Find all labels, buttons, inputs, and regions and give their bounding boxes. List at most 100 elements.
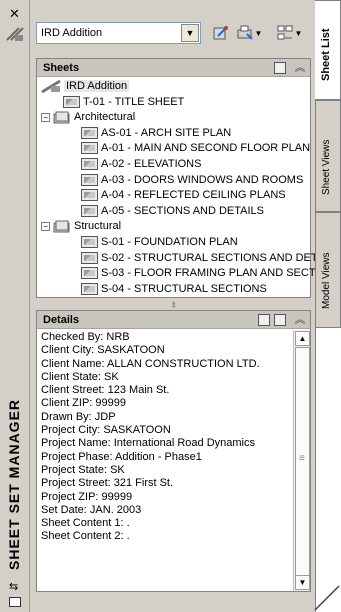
scroll-down-icon[interactable]: ▼ [295, 575, 310, 590]
collapse-chevron-icon[interactable]: ︽ [295, 60, 305, 78]
subset-folder-icon [53, 111, 70, 124]
sheet-icon [81, 142, 98, 155]
tree-sheet-item[interactable]: AS-01 - ARCH SITE PLAN [37, 126, 310, 142]
detail-line: Project Name: International Road Dynamic… [41, 437, 255, 450]
collapse-chevron-icon[interactable]: ︽ [295, 312, 305, 330]
tree-sheet-item[interactable]: A-04 - REFLECTED CEILING PLANS [37, 188, 310, 204]
sheet-set-manager-panel: IRD Addition ▼ ▼ ▼ Sheets ︽ IRD Addition… [30, 0, 318, 612]
subset-folder-icon [53, 220, 70, 233]
details-panel: Details ︽ Checked By: NRB Client City: S… [36, 310, 311, 592]
publish-options-button[interactable]: ▼ [234, 22, 264, 44]
detail-line: Checked By: NRB [41, 331, 130, 343]
detail-line: Client State: SK [41, 370, 119, 383]
chevron-down-icon[interactable]: ▼ [255, 29, 263, 38]
palette-title: SHEET SET MANAGER [6, 398, 22, 570]
tab-sheet-views[interactable]: Sheet Views [315, 100, 341, 212]
sheet-icon [81, 189, 98, 202]
sheet-icon [81, 204, 98, 217]
preview-toggle-icon[interactable] [274, 62, 286, 74]
palette-grip-icon[interactable] [5, 26, 25, 42]
scroll-up-icon[interactable]: ▲ [295, 331, 310, 346]
sheet-set-combo-value: IRD Addition [41, 27, 103, 39]
sheets-panel-title: Sheets [43, 62, 80, 74]
tree-sheet-item[interactable]: A-05 - SECTIONS AND DETAILS [37, 204, 310, 220]
tree-sheet-label: AS-01 - ARCH SITE PLAN [101, 126, 232, 139]
tree-sheet-item[interactable]: S-02 - STRUCTURAL SECTIONS AND DET [37, 251, 318, 267]
tree-sheet-item[interactable]: T-01 - TITLE SHEET [37, 95, 310, 111]
details-list: Checked By: NRB Client City: SASKATOON C… [37, 330, 292, 591]
tree-sheet-item[interactable]: A-02 - ELEVATIONS [37, 157, 310, 173]
detail-line: Client Name: ALLAN CONSTRUCTION LTD. [41, 357, 260, 370]
sheets-panel-header[interactable]: Sheets ︽ [37, 59, 310, 77]
scroll-thumb[interactable] [295, 347, 310, 577]
detail-line: Sheet Content 1: . [41, 517, 130, 530]
collapse-minus-icon[interactable]: − [41, 113, 50, 123]
sheet-icon [81, 282, 98, 295]
tree-sheet-label: A-03 - DOORS WINDOWS AND ROOMS [101, 173, 304, 186]
detail-line: Project State: SK [41, 463, 125, 476]
tab-sheet-list[interactable]: Sheet List [315, 0, 341, 100]
detail-line: Client City: SASKATOON [41, 344, 165, 357]
details-view-icon[interactable] [258, 314, 270, 326]
sheet-icon [81, 236, 98, 249]
tree-subset-architectural[interactable]: − Architectural [37, 110, 310, 126]
detail-line: Client Street: 123 Main St. [41, 384, 170, 397]
tree-sheet-label: A-01 - MAIN AND SECOND FLOOR PLAN [101, 142, 311, 155]
tree-sheet-item[interactable]: A-03 - DOORS WINDOWS AND ROOMS [37, 173, 310, 189]
tree-sheet-label: A-04 - REFLECTED CEILING PLANS [101, 189, 286, 202]
detail-line: Drawn By: JDP [41, 410, 116, 423]
toolbar: IRD Addition ▼ ▼ ▼ [36, 22, 311, 48]
properties-icon[interactable] [9, 597, 21, 607]
tree-sheet-item[interactable]: S-03 - FLOOR FRAMING PLAN AND SECT [37, 266, 316, 282]
detail-line: Client ZIP: 99999 [41, 397, 126, 410]
tree-sheet-label: S-02 - STRUCTURAL SECTIONS AND DET [101, 251, 318, 264]
tree-sheet-label: S-01 - FOUNDATION PLAN [101, 235, 238, 248]
preview-view-icon[interactable] [274, 314, 286, 326]
tree-root-label: IRD Addition [64, 80, 130, 92]
sheet-icon [81, 158, 98, 171]
collapse-minus-icon[interactable]: − [41, 222, 50, 232]
tree-sheet-label: T-01 - TITLE SHEET [83, 95, 185, 108]
chevron-down-icon[interactable]: ▼ [295, 29, 303, 38]
detail-line: Project Phase: Addition - Phase1 [41, 450, 202, 463]
tree-subset-structural[interactable]: − Structural [37, 219, 310, 235]
publish-icon [213, 26, 228, 40]
sheet-selections-button[interactable]: ▼ [272, 22, 306, 44]
auto-hide-icon[interactable]: ⇆ [9, 580, 18, 593]
sheet-selections-icon [277, 25, 293, 40]
chevron-down-icon[interactable]: ▼ [181, 24, 199, 42]
details-scrollbar[interactable]: ▲ ▼ [293, 330, 310, 591]
publish-button[interactable] [210, 22, 232, 44]
sheet-set-combo[interactable]: IRD Addition ▼ [36, 22, 201, 44]
tree-subset-label: Architectural [74, 111, 136, 124]
detail-line: Project City: SASKATOON [41, 424, 171, 437]
details-panel-header[interactable]: Details ︽ [37, 311, 310, 329]
sheet-icon [81, 251, 98, 264]
tab-strip-blank [315, 328, 341, 612]
close-icon[interactable]: ✕ [9, 8, 20, 21]
view-tabs: Sheet List Sheet Views Model Views [313, 0, 341, 612]
tree-sheet-label: A-02 - ELEVATIONS [101, 157, 202, 170]
tree-sheet-item[interactable]: S-01 - FOUNDATION PLAN [37, 235, 310, 251]
publish-to-plotter-icon [237, 25, 253, 40]
sheet-icon [81, 173, 98, 186]
sheets-panel: Sheets ︽ IRD Addition T-01 - TITLE SHEET… [36, 58, 318, 298]
details-panel-title: Details [43, 314, 80, 326]
sheets-tree[interactable]: IRD Addition T-01 - TITLE SHEET − Archit… [37, 77, 318, 298]
tree-sheet-item[interactable]: A-01 - MAIN AND SECOND FLOOR PLAN [37, 141, 310, 157]
sheet-icon [81, 267, 98, 280]
tree-root[interactable]: IRD Addition [37, 79, 310, 95]
tree-sheet-item[interactable]: S-04 - STRUCTURAL SECTIONS [37, 282, 310, 298]
tab-sheet-list-label: Sheet List [320, 28, 332, 81]
sheet-icon [63, 95, 80, 108]
resize-corner-icon[interactable] [313, 584, 341, 612]
tree-subset-label: Structural [74, 220, 122, 233]
sheet-set-icon [41, 79, 61, 93]
detail-line: Sheet Content 2: . [41, 530, 130, 543]
palette-title-strip[interactable]: ✕ SHEET SET MANAGER ⇆ [0, 0, 30, 612]
tab-model-views[interactable]: Model Views [315, 212, 341, 328]
detail-line: Project Street: 321 First St. [41, 477, 174, 490]
tab-sheet-views-label: Sheet Views [321, 139, 332, 195]
sheet-icon [81, 126, 98, 139]
tab-model-views-label: Model Views [321, 252, 332, 309]
